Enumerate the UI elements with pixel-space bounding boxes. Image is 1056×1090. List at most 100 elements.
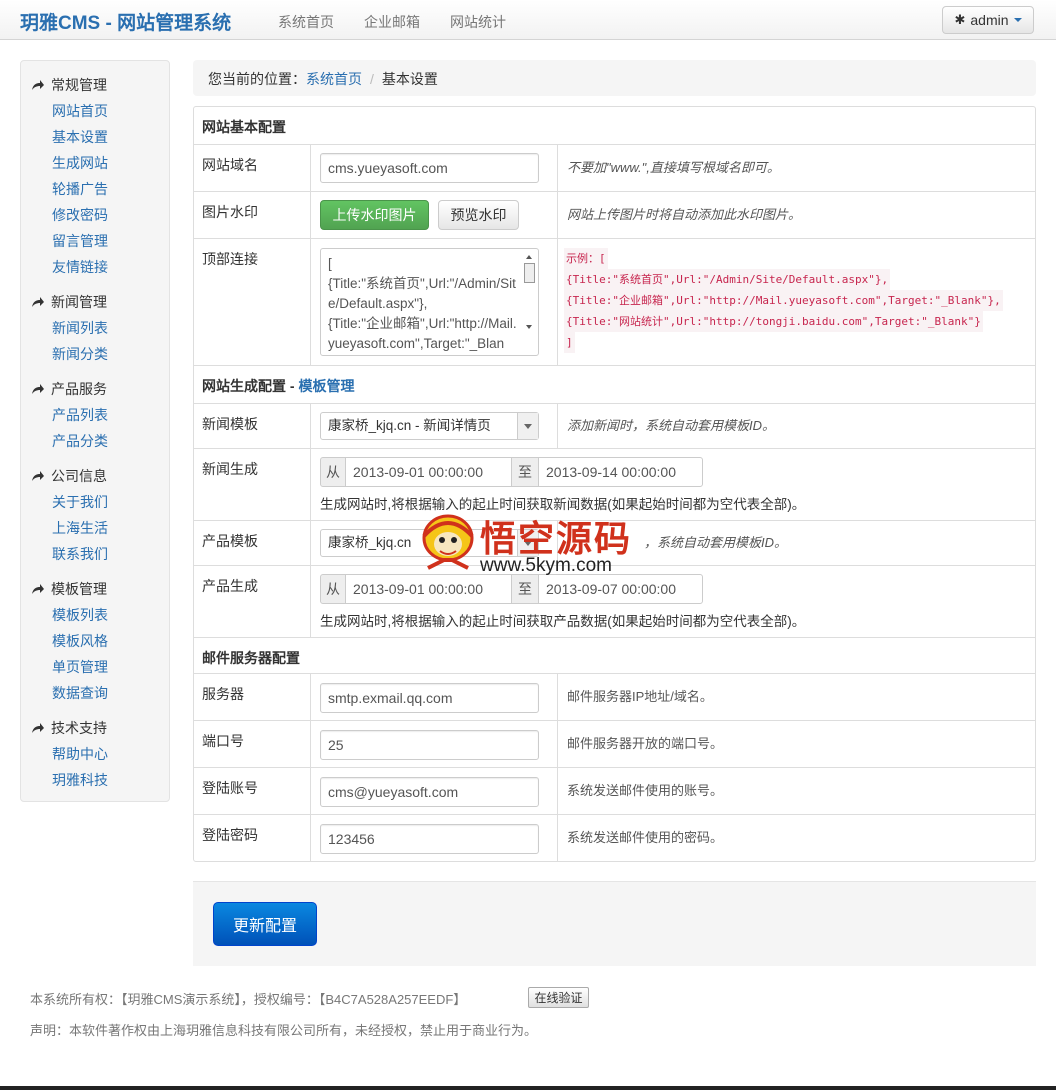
from-addon: 从 — [320, 457, 346, 487]
sidebar-item-news-category[interactable]: 新闻分类 — [31, 341, 108, 367]
nav-link-stats[interactable]: 网站统计 — [450, 12, 506, 32]
row-mail-account: 登陆账号 cms@yueyasoft.com 系统发送邮件使用的账号。 — [194, 767, 1035, 814]
verify-online-button[interactable]: 在线验证 — [528, 987, 589, 1008]
domain-hint: 不要加"www.",直接填写根域名即可。 — [567, 160, 780, 175]
mail-port-input[interactable]: 25 — [320, 730, 539, 760]
section-title-basic: 网站基本配置 — [202, 119, 286, 135]
top-links-textarea[interactable]: [ {Title:"系统首页",Url:"/Admin/Site/Default… — [320, 248, 539, 356]
row-domain: 网站域名 cms.yueyasoft.com 不要加"www.",直接填写根域名… — [194, 144, 1035, 191]
nav-link-home[interactable]: 系统首页 — [278, 12, 334, 32]
news-template-value: 康家桥_kjq.cn - 新闻详情页 — [328, 418, 491, 433]
label-news-template: 新闻模板 — [202, 416, 258, 432]
news-start-date-input[interactable]: 2013-09-01 00:00:00 — [345, 457, 512, 487]
sidebar-item-help[interactable]: 帮助中心 — [31, 741, 108, 767]
preview-watermark-button[interactable]: 预览水印 — [438, 200, 519, 230]
example-line: {Title:"系统首页",Url:"/Admin/Site/Default.a… — [564, 269, 891, 290]
section-row-mail: 邮件服务器配置 — [194, 637, 1035, 673]
mail-account-input[interactable]: cms@yueyasoft.com — [320, 777, 539, 807]
example-line: 示例：[ — [564, 248, 608, 269]
update-config-button[interactable]: 更新配置 — [213, 902, 317, 946]
sidebar-item-single-page[interactable]: 单页管理 — [31, 654, 108, 680]
sidebar-group-title: 产品服务 — [51, 381, 107, 397]
mail-account-hint: 系统发送邮件使用的账号。 — [567, 783, 724, 798]
sidebar-group-header: 公司信息 — [31, 463, 108, 489]
sidebar-item-about[interactable]: 关于我们 — [31, 489, 108, 515]
watermark-logo: 悟空源码 www.5kym.com — [418, 508, 648, 580]
sidebar-item-yueya-tech[interactable]: 玥雅科技 — [31, 767, 108, 793]
sidebar-group-products: 产品服务 产品列表 产品分类 — [31, 376, 108, 454]
section-row-generate: 网站生成配置 - 模板管理 — [194, 365, 1035, 403]
sidebar-item-basic-settings[interactable]: 基本设置 — [31, 124, 108, 150]
sidebar-group-title: 模板管理 — [51, 581, 107, 597]
top-links-example: 示例：[ {Title:"系统首页",Url:"/Admin/Site/Defa… — [564, 248, 1003, 353]
row-news-template: 新闻模板 康家桥_kjq.cn - 新闻详情页 添加新闻时，系统自动套用模板ID… — [194, 403, 1035, 448]
sidebar-item-product-list[interactable]: 产品列表 — [31, 402, 108, 428]
section-row-basic: 网站基本配置 — [194, 107, 1035, 144]
breadcrumb-separator: / — [370, 71, 374, 87]
label-news-generate: 新闻生成 — [202, 461, 258, 477]
news-template-select[interactable]: 康家桥_kjq.cn - 新闻详情页 — [320, 412, 539, 440]
asterisk-icon: ✱ — [954, 12, 966, 27]
footer-copyright: 本系统所有权：【玥雅CMS演示系统】，授权编号：【B4C7A528A257EED… — [30, 992, 467, 1007]
mail-server-input[interactable]: smtp.exmail.qq.com — [320, 683, 539, 713]
label-top-links: 顶部连接 — [202, 251, 258, 267]
to-addon: 至 — [511, 457, 539, 487]
breadcrumb: 您当前的位置：系统首页 / 基本设置 — [193, 60, 1036, 96]
breadcrumb-prefix: 您当前的位置： — [208, 71, 306, 87]
mail-port-hint: 邮件服务器开放的端口号。 — [567, 736, 724, 751]
row-mail-password: 登陆密码 123456 系统发送邮件使用的密码。 — [194, 814, 1035, 861]
news-end-date-input[interactable]: 2013-09-14 00:00:00 — [538, 457, 703, 487]
section-title-generate: 网站生成配置 - 模板管理 — [202, 376, 354, 396]
sidebar-item-template-style[interactable]: 模板风格 — [31, 628, 108, 654]
mail-password-input[interactable]: 123456 — [320, 824, 539, 854]
sidebar-group-title: 公司信息 — [51, 468, 107, 484]
sidebar-item-change-password[interactable]: 修改密码 — [31, 202, 108, 228]
sidebar-group-title: 技术支持 — [51, 720, 107, 736]
sidebar-item-contact[interactable]: 联系我们 — [31, 541, 108, 567]
example-line: {Title:"网站统计",Url:"http://tongji.baidu.c… — [564, 311, 983, 332]
share-arrow-icon — [32, 384, 44, 394]
sidebar-group-general: 常规管理 网站首页 基本设置 生成网站 轮播广告 修改密码 留言管理 友情链接 — [31, 72, 108, 280]
example-line: {Title:"企业邮箱",Url:"http://Mail.yueyasoft… — [564, 290, 1003, 311]
breadcrumb-home-link[interactable]: 系统首页 — [306, 71, 362, 87]
textarea-scrollbar[interactable] — [523, 253, 535, 333]
form-actions: 更新配置 — [193, 881, 1036, 966]
sidebar-item-news-list[interactable]: 新闻列表 — [31, 315, 108, 341]
label-mail-password: 登陆密码 — [202, 827, 258, 843]
watermark-url: www.5kym.com — [480, 555, 612, 576]
product-generate-note: 生成网站时,将根据输入的起止时间获取产品数据(如果起始时间都为空代表全部)。 — [320, 614, 806, 629]
label-mail-account: 登陆账号 — [202, 780, 258, 796]
sidebar-group-title: 常规管理 — [51, 77, 107, 93]
sidebar-group-news: 新闻管理 新闻列表 新闻分类 — [31, 289, 108, 367]
sidebar-item-messages[interactable]: 留言管理 — [31, 228, 108, 254]
breadcrumb-current: 基本设置 — [381, 71, 438, 87]
settings-table: 网站基本配置 网站域名 cms.yueyasoft.com 不要加"www.",… — [193, 106, 1036, 862]
sidebar-item-data-query[interactable]: 数据查询 — [31, 680, 108, 706]
sidebar-group-header: 模板管理 — [31, 576, 108, 602]
sidebar-item-generate-site[interactable]: 生成网站 — [31, 150, 108, 176]
monkey-king-icon — [422, 514, 474, 570]
sidebar-item-product-category[interactable]: 产品分类 — [31, 428, 108, 454]
label-domain: 网站域名 — [202, 157, 258, 173]
watermark-hint: 网站上传图片时将自动添加此水印图片。 — [567, 207, 802, 222]
sidebar-item-carousel[interactable]: 轮播广告 — [31, 176, 108, 202]
upload-watermark-button[interactable]: 上传水印图片 — [320, 200, 429, 230]
sidebar-group-support: 技术支持 帮助中心 玥雅科技 — [31, 715, 108, 793]
sidebar-item-template-list[interactable]: 模板列表 — [31, 602, 108, 628]
sidebar-item-links[interactable]: 友情链接 — [31, 254, 108, 280]
nav-link-mail[interactable]: 企业邮箱 — [364, 12, 420, 32]
label-product-template: 产品模板 — [202, 533, 258, 549]
sidebar-item-shanghai-life[interactable]: 上海生活 — [31, 515, 108, 541]
caret-down-icon — [1013, 18, 1022, 22]
row-watermark: 图片水印 上传水印图片 预览水印 网站上传图片时将自动添加此水印图片。 — [194, 191, 1035, 238]
sidebar: 常规管理 网站首页 基本设置 生成网站 轮播广告 修改密码 留言管理 友情链接 … — [20, 60, 170, 802]
news-template-hint: 添加新闻时，系统自动套用模板ID。 — [567, 418, 776, 433]
user-menu-button[interactable]: ✱ admin — [942, 6, 1034, 34]
domain-input[interactable]: cms.yueyasoft.com — [320, 153, 539, 183]
brand-title[interactable]: 玥雅CMS - 网站管理系统 — [20, 8, 231, 35]
product-template-hint: ，系统自动套用模板ID。 — [644, 535, 788, 550]
share-arrow-icon — [32, 471, 44, 481]
share-arrow-icon — [32, 723, 44, 733]
sidebar-item-site-home[interactable]: 网站首页 — [31, 98, 108, 124]
template-manage-link[interactable]: 模板管理 — [298, 378, 354, 394]
